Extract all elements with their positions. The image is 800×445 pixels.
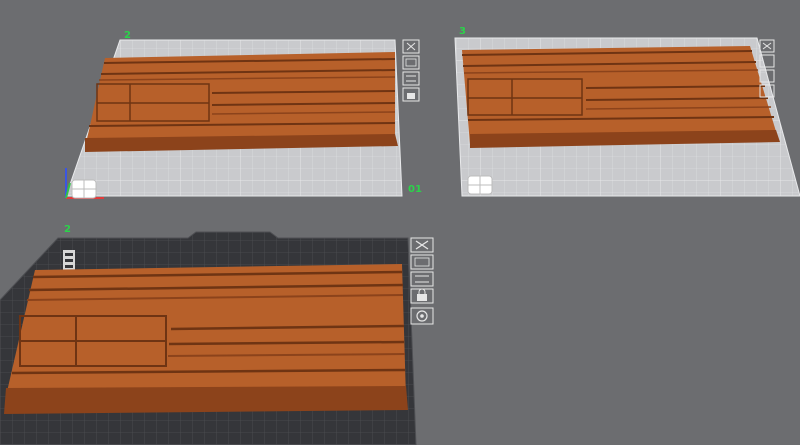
arrange-icon[interactable] <box>410 254 434 270</box>
build-plate-1[interactable]: 2 01 <box>65 30 422 199</box>
3d-viewport[interactable]: 2 01 3 2 <box>0 0 800 445</box>
close-icon[interactable] <box>402 39 420 54</box>
plate-number-label: 3 <box>459 26 466 37</box>
plate-number-label: 2 <box>64 224 71 235</box>
close-icon[interactable] <box>410 237 434 253</box>
plate-grid-icon[interactable] <box>467 175 493 195</box>
close-icon[interactable] <box>759 39 775 53</box>
plate-grid-icon[interactable] <box>71 179 97 199</box>
lock-icon[interactable] <box>410 288 434 304</box>
plate-number-label: 2 <box>124 30 131 41</box>
model-part[interactable] <box>461 46 780 148</box>
settings-icon[interactable] <box>410 307 434 325</box>
plate-toolbar <box>410 237 434 325</box>
model-part[interactable] <box>85 52 398 152</box>
model-part[interactable] <box>4 264 408 414</box>
lock-icon[interactable] <box>402 87 420 102</box>
plate-toolbar <box>402 39 420 102</box>
orient-icon[interactable] <box>402 71 420 86</box>
build-plate-3[interactable]: 2 <box>0 224 434 445</box>
orient-icon[interactable] <box>410 271 434 287</box>
plate-extra-label: 01 <box>408 184 422 195</box>
arrange-icon[interactable] <box>402 55 420 70</box>
plate-qr-icon <box>63 250 75 272</box>
build-plate-2[interactable]: 3 <box>454 26 800 197</box>
